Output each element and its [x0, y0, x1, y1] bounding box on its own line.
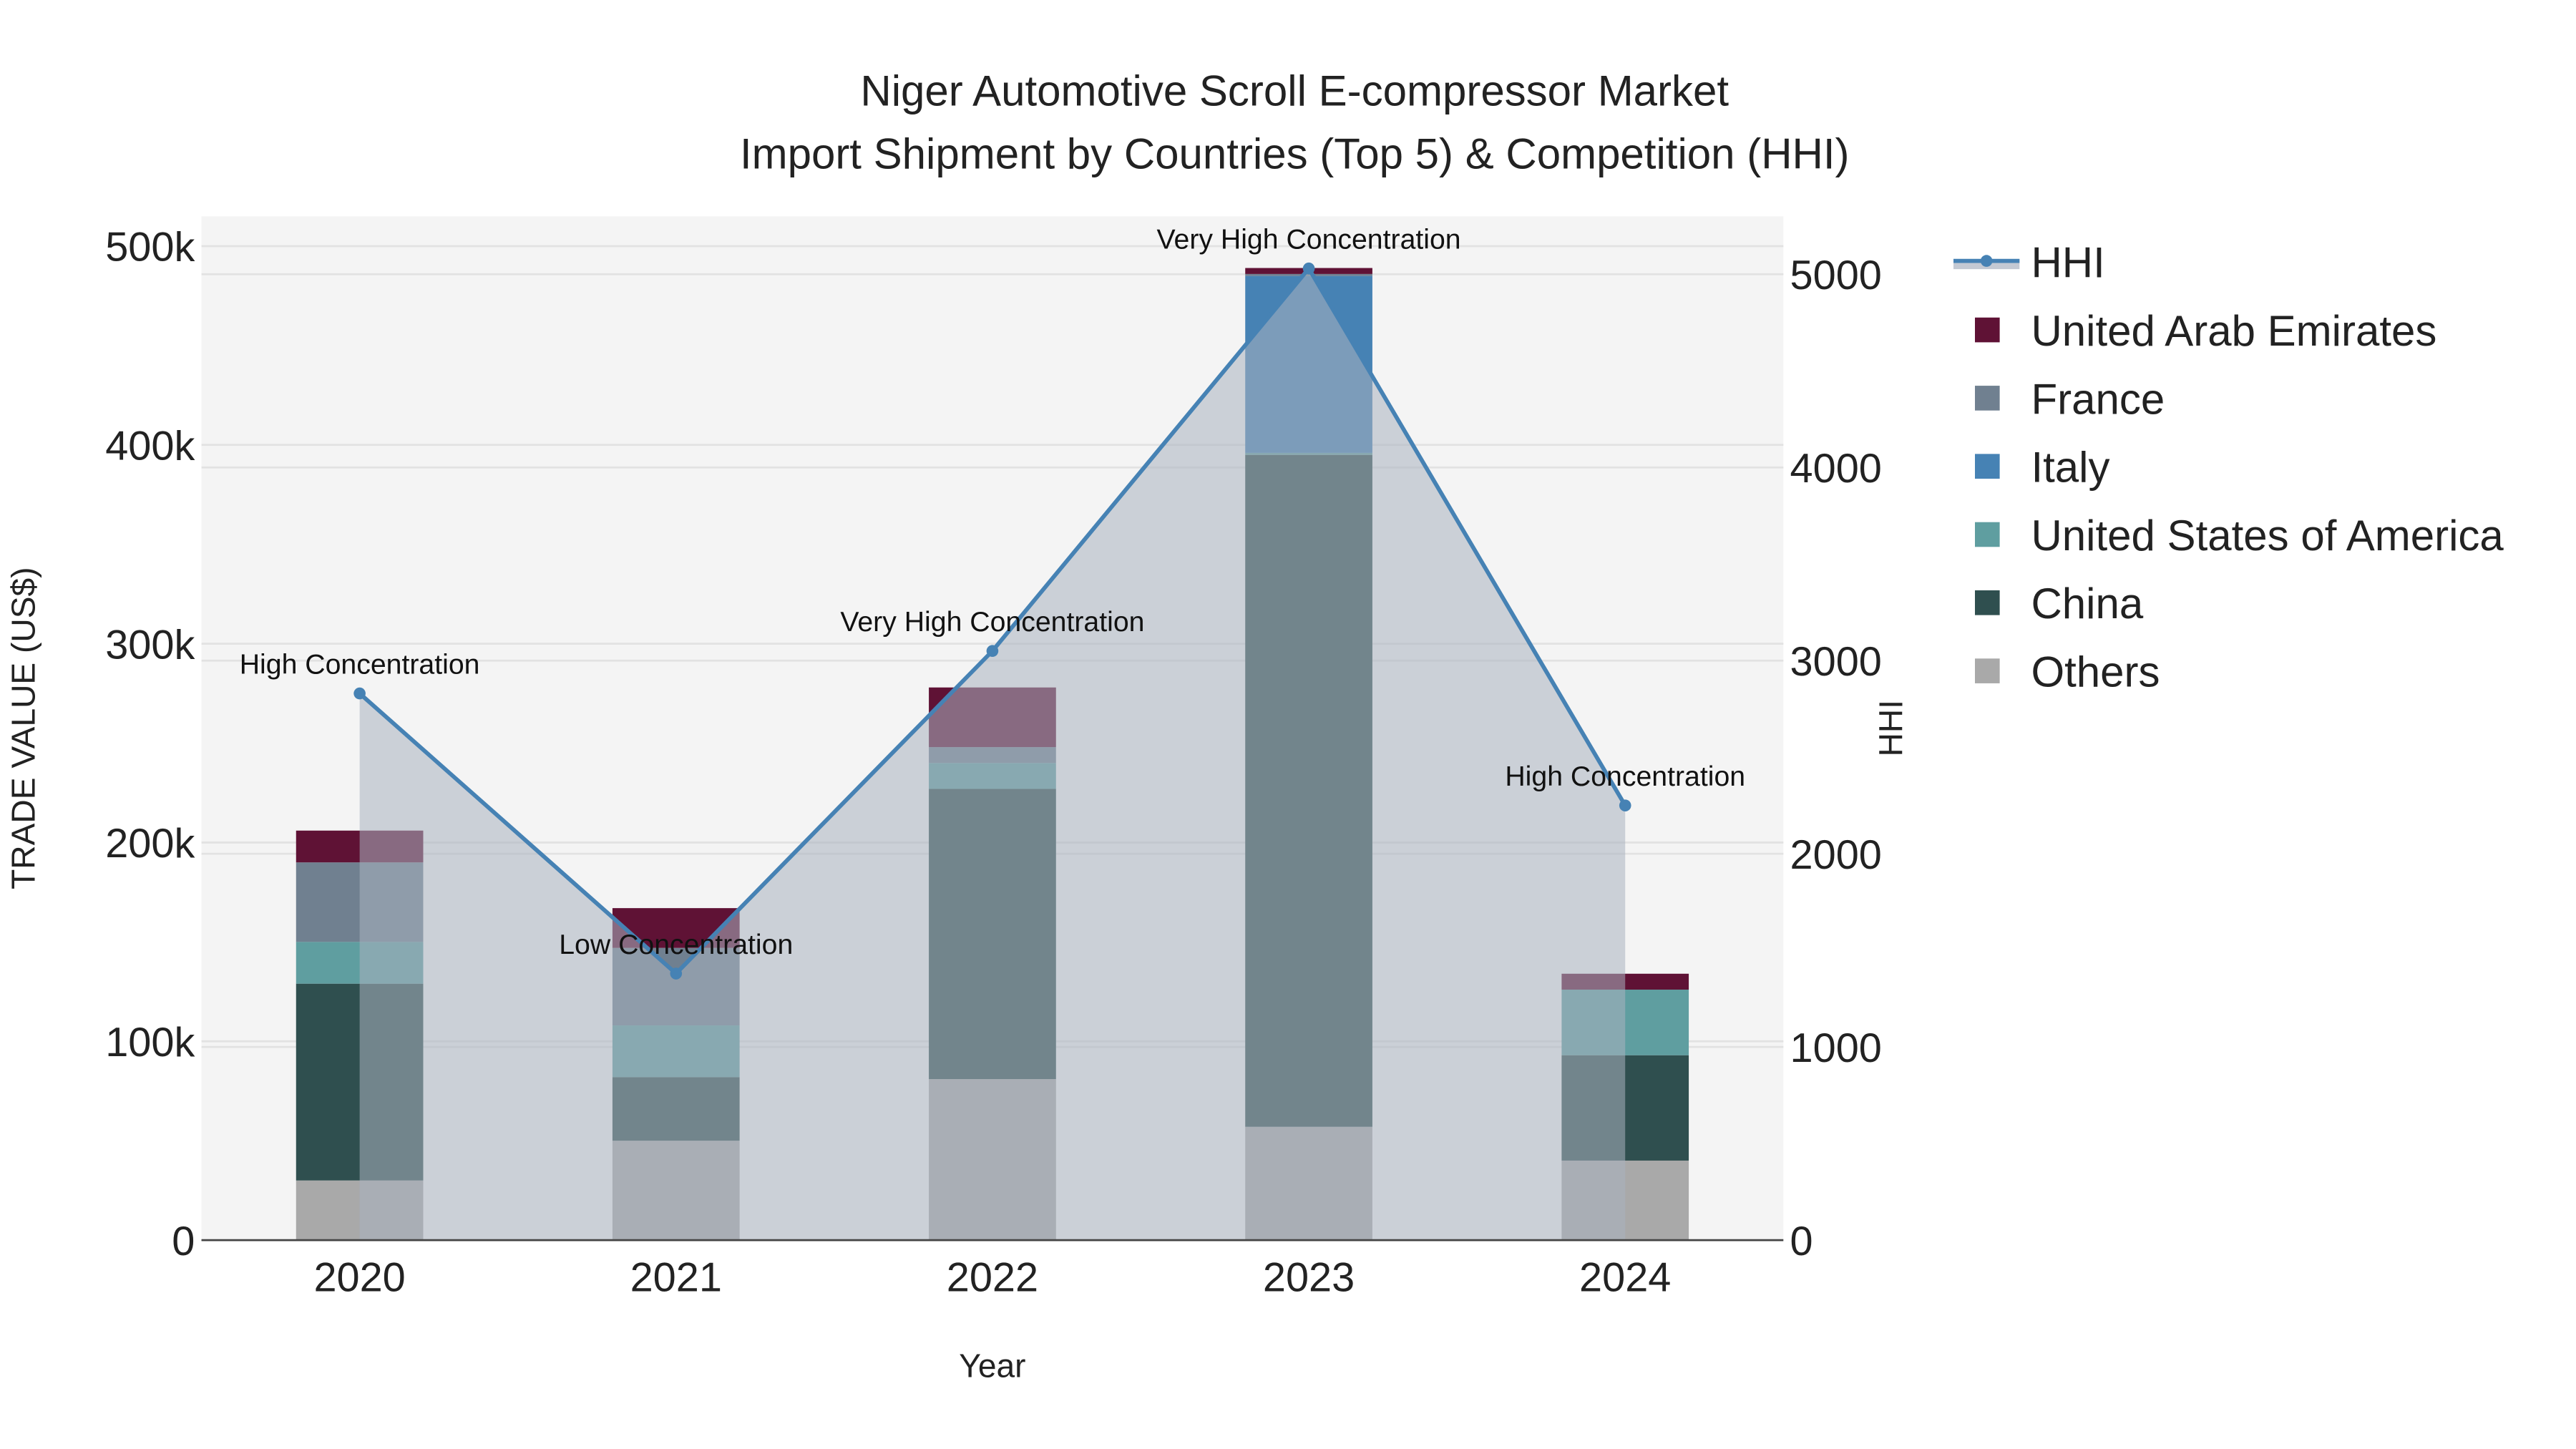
y-tick-label: 300k: [105, 622, 195, 668]
legend-swatch-united-arab-emirates: [1975, 317, 2000, 343]
hhi-annotation: High Concentration: [1505, 761, 1745, 792]
y2-tick-label: 4000: [1790, 446, 1882, 492]
y-tick-label: 200k: [105, 821, 195, 867]
legend-swatch-united-states-of-america: [1975, 522, 2000, 547]
x-tick-label: 2021: [630, 1255, 722, 1301]
y2-tick-label: 1000: [1790, 1025, 1882, 1071]
x-tick-label: 2022: [947, 1255, 1038, 1301]
legend-swatch-italy: [1975, 454, 2000, 479]
x-tick-label: 2023: [1263, 1255, 1355, 1301]
legend-label: United Arab Emirates: [2031, 307, 2436, 355]
legend-label: Others: [2031, 648, 2160, 696]
legend-swatch-france: [1975, 386, 2000, 411]
hhi-point-2022: [986, 645, 999, 658]
hhi-point-2020: [353, 687, 366, 700]
hhi-annotation: Very High Concentration: [840, 606, 1144, 638]
y-axis-label: TRADE VALUE (US$): [4, 567, 42, 889]
y-tick-label: 0: [172, 1219, 195, 1264]
legend-label: United States of America: [2031, 512, 2504, 560]
chart-subtitle: Import Shipment by Countries (Top 5) & C…: [740, 130, 1850, 177]
y2-tick-label: 0: [1790, 1219, 1813, 1264]
y-tick-label: 400k: [105, 424, 195, 469]
y-tick-label: 500k: [105, 225, 195, 270]
x-tick-label: 2024: [1579, 1255, 1671, 1301]
legend-swatch-china: [1975, 590, 2000, 615]
chart-title: Niger Automotive Scroll E-compressor Mar…: [860, 67, 1729, 115]
chart: 0 100k 200k 300k 400k 500k 0 1000 2000 3000 4000 50…: [0, 0, 2576, 1449]
legend-label: France: [2031, 375, 2165, 423]
hhi-point-2023: [1302, 262, 1315, 275]
y-tick-label: 100k: [105, 1020, 195, 1065]
y2-tick-label: 2000: [1790, 832, 1882, 878]
legend-marker-hhi: [1980, 255, 1993, 267]
hhi-annotation: High Concentration: [240, 648, 480, 680]
x-axis-label: Year: [959, 1347, 1025, 1385]
hhi-annotation: Low Concentration: [559, 929, 793, 960]
y2-tick-label: 3000: [1790, 639, 1882, 685]
hhi-point-2021: [670, 967, 683, 980]
y2-tick-label: 5000: [1790, 253, 1882, 298]
legend-label: China: [2031, 580, 2143, 628]
hhi-annotation: Very High Concentration: [1157, 224, 1461, 255]
y2-axis-label: HHI: [1872, 700, 1909, 756]
legend-label: Italy: [2031, 444, 2109, 492]
hhi-point-2024: [1619, 799, 1631, 811]
legend-label: HHI: [2031, 239, 2104, 287]
x-tick-label: 2020: [313, 1255, 405, 1301]
legend-swatch-others: [1975, 658, 2000, 683]
